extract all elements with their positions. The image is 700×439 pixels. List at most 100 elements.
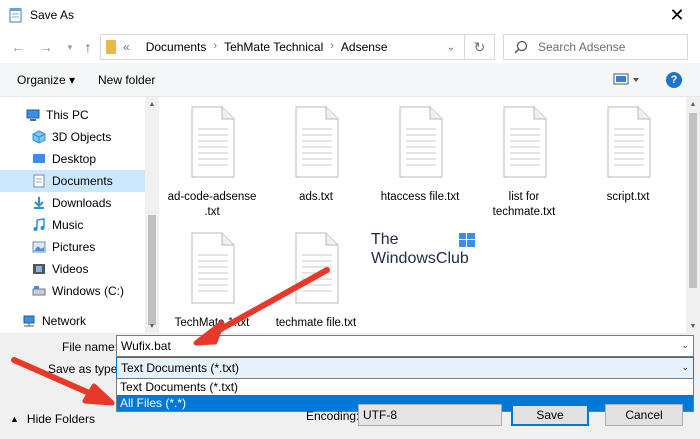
encoding-label: Encoding: <box>306 409 360 423</box>
text-file-icon <box>503 106 547 178</box>
nav-item-documents[interactable]: Documents <box>0 170 145 192</box>
nav-item-3d-objects[interactable]: 3D Objects <box>0 126 145 148</box>
organize-button[interactable]: Organize ▾ <box>17 73 75 87</box>
text-file-icon <box>399 106 443 178</box>
file-item[interactable]: list for techmate.txt <box>474 105 574 220</box>
text-file-icon <box>295 106 339 178</box>
text-file-icon <box>191 232 235 304</box>
chevron-down-icon[interactable]: ⌄ <box>681 362 689 373</box>
filename-value: Wufix.bat <box>121 339 171 353</box>
close-icon: ✕ <box>669 5 685 25</box>
file-name: ads.txt <box>299 191 333 203</box>
nav-item-label: Windows (C:) <box>52 284 125 298</box>
nav-item-label: This PC <box>46 108 89 122</box>
encoding-select[interactable]: UTF-8 <box>358 404 502 426</box>
nav-item-this-pc[interactable]: This PC <box>0 104 145 126</box>
file-list[interactable]: ad-code-adsense .txt ads.txt htaccess fi… <box>160 97 686 333</box>
forward-button[interactable]: → <box>36 37 56 57</box>
scroll-up-icon[interactable]: ▲ <box>686 98 700 110</box>
file-item[interactable]: TechMate.1.txt <box>162 231 262 331</box>
option-text-documents[interactable]: Text Documents (*.txt) <box>117 379 693 395</box>
nav-item-network[interactable]: Network <box>0 310 145 332</box>
new-folder-button[interactable]: New folder <box>98 73 155 87</box>
arrow-right-icon: → <box>39 39 53 55</box>
save-as-type-label: Save as type: <box>48 362 121 376</box>
notepad-icon <box>9 8 22 23</box>
save-button[interactable]: Save <box>511 404 589 426</box>
nav-item-label: Downloads <box>52 196 112 210</box>
search-box[interactable] <box>503 34 688 60</box>
filename-input[interactable]: Wufix.bat ⌄ <box>116 335 694 357</box>
scroll-down-icon[interactable]: ▼ <box>686 320 700 332</box>
file-item[interactable]: techmate file.txt <box>266 231 366 331</box>
folder-icon <box>106 40 116 54</box>
file-name: techmate file.txt <box>275 317 357 329</box>
address-row: ← → ▼ ↑ « Documents › TehMate Technical … <box>0 31 700 63</box>
hide-folders-button[interactable]: ▲ Hide Folders <box>10 412 95 426</box>
nav-item-label: Music <box>52 218 84 232</box>
file-item[interactable]: htaccess file.txt <box>370 105 470 205</box>
chevron-up-icon: ▲ <box>10 414 19 424</box>
scrollbar-thumb[interactable] <box>148 215 156 325</box>
breadcrumb-adsense[interactable]: Adsense <box>341 40 388 54</box>
cancel-button[interactable]: Cancel <box>605 404 683 426</box>
navigation-pane[interactable]: This PC 3D Objects Desktop Documents Dow… <box>0 97 145 333</box>
address-history-button[interactable]: ⌄ <box>438 35 464 59</box>
save-button-label: Save <box>536 408 564 422</box>
view-options-icon[interactable] <box>612 71 642 89</box>
file-name: TechMate.1.txt <box>174 317 250 329</box>
nav-item-music[interactable]: Music <box>0 214 145 236</box>
file-name: htaccess file.txt <box>380 191 460 203</box>
scroll-down-icon[interactable]: ▼ <box>145 320 159 332</box>
nav-item-pictures[interactable]: Pictures <box>0 236 145 258</box>
close-button[interactable]: ✕ <box>654 0 700 31</box>
chevron-right-icon: › <box>330 40 334 52</box>
text-file-icon <box>191 106 235 178</box>
search-input[interactable] <box>538 39 678 55</box>
network-icon <box>23 315 35 327</box>
picture-icon <box>32 241 46 253</box>
refresh-button[interactable]: ↻ <box>464 35 494 59</box>
encoding-value: UTF-8 <box>363 408 397 422</box>
arrow-up-icon: ↑ <box>84 39 92 55</box>
nav-item-label: Network <box>42 314 87 328</box>
breadcrumb-overflow[interactable]: « <box>123 40 130 54</box>
cube-icon <box>32 130 46 144</box>
watermark-line2: WindowsClub <box>371 250 469 267</box>
nav-item-desktop[interactable]: Desktop <box>0 148 145 170</box>
recent-locations-button[interactable]: ▼ <box>60 37 80 57</box>
save-as-type-value: Text Documents (*.txt) <box>121 361 240 375</box>
help-button[interactable]: ? <box>666 72 682 88</box>
file-name: script.txt <box>606 191 650 203</box>
nav-item-label: 3D Objects <box>52 130 112 144</box>
up-button[interactable]: ↑ <box>78 37 98 57</box>
file-item[interactable]: ads.txt <box>266 105 366 205</box>
chevron-right-icon: › <box>213 40 218 52</box>
nav-item-label: Pictures <box>52 240 96 254</box>
address-bar[interactable]: « Documents › TehMate Technical › Adsens… <box>100 34 495 60</box>
chevron-down-icon[interactable]: ⌄ <box>681 340 689 351</box>
navigation-scrollbar[interactable]: ▲ ▼ <box>145 97 159 333</box>
scroll-up-icon[interactable]: ▲ <box>145 98 159 110</box>
nav-item-videos[interactable]: Videos <box>0 258 145 280</box>
chevron-down-icon: ▼ <box>66 42 74 52</box>
nav-item-downloads[interactable]: Downloads <box>0 192 145 214</box>
breadcrumb-tehmate-technical[interactable]: TehMate Technical <box>224 40 323 54</box>
nav-item-label: Desktop <box>52 152 97 166</box>
download-icon <box>34 197 44 209</box>
file-list-scrollbar[interactable]: ▲ ▼ <box>686 97 700 333</box>
file-name: list for techmate.txt <box>492 191 556 218</box>
watermark-line1: The <box>371 231 399 248</box>
save-as-type-select[interactable]: Text Documents (*.txt) ⌄ <box>116 357 694 379</box>
breadcrumb-documents[interactable]: Documents <box>146 40 207 54</box>
arrow-left-icon: ← <box>11 39 25 55</box>
document-icon <box>33 174 45 188</box>
file-name: ad-code-adsense .txt <box>167 191 257 218</box>
watermark-logo-icon <box>459 233 475 247</box>
scrollbar-thumb[interactable] <box>689 113 697 288</box>
file-item[interactable]: ad-code-adsense .txt <box>162 105 262 220</box>
back-button[interactable]: ← <box>8 37 28 57</box>
file-item[interactable]: script.txt <box>578 105 678 205</box>
nav-item-windows-c[interactable]: Windows (C:) <box>0 280 145 302</box>
search-icon <box>514 40 528 54</box>
